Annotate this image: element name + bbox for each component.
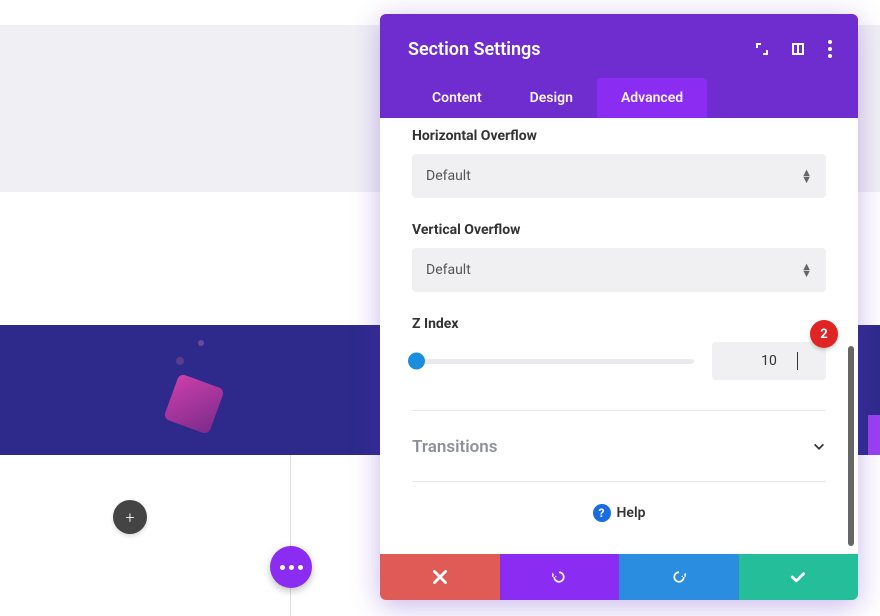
decoration-dot — [198, 340, 204, 346]
redo-icon — [670, 568, 688, 586]
slider-thumb[interactable] — [408, 353, 425, 370]
text-caret — [797, 352, 798, 370]
horizontal-overflow-select[interactable]: Default ▲▼ — [412, 154, 826, 198]
offscreen-module-strip — [868, 415, 880, 455]
annotation-badge: 2 — [810, 320, 838, 348]
undo-icon — [550, 568, 568, 586]
redo-button[interactable] — [619, 554, 739, 600]
undo-button[interactable] — [500, 554, 620, 600]
expand-icon[interactable] — [754, 41, 770, 57]
z-index-slider[interactable] — [412, 359, 694, 364]
settings-tabs: Content Design Advanced — [408, 78, 834, 118]
accordion-title: Transitions — [412, 437, 497, 457]
structure-guideline — [290, 455, 291, 616]
select-chevron-icon: ▲▼ — [801, 263, 812, 277]
page-actions-fab[interactable] — [270, 546, 312, 588]
modal-action-bar — [380, 554, 858, 600]
field-label-z-index: Z Index — [412, 316, 826, 332]
help-link[interactable]: ? Help — [412, 482, 826, 542]
vertical-overflow-select[interactable]: Default ▲▼ — [412, 248, 826, 292]
tab-content[interactable]: Content — [408, 78, 506, 118]
z-index-value: 10 — [761, 353, 777, 369]
ellipsis-icon — [289, 565, 294, 570]
select-value: Default — [426, 262, 471, 278]
z-index-input[interactable]: 10 2 — [712, 342, 826, 380]
save-button[interactable] — [739, 554, 859, 600]
modal-body: Horizontal Overflow Default ▲▼ Vertical … — [380, 118, 858, 554]
help-icon: ? — [593, 504, 611, 522]
section-settings-modal: Section Settings Content Design Advanced… — [380, 14, 858, 600]
discard-button[interactable] — [380, 554, 500, 600]
close-icon — [431, 568, 449, 586]
tab-design[interactable]: Design — [506, 78, 597, 118]
columns-icon[interactable] — [790, 41, 806, 57]
check-icon — [789, 568, 807, 586]
decoration-cube — [163, 373, 225, 435]
modal-header: Section Settings Content Design Advanced — [380, 14, 858, 118]
ellipsis-icon — [280, 565, 285, 570]
tab-advanced[interactable]: Advanced — [597, 78, 707, 118]
select-value: Default — [426, 168, 471, 184]
help-label: Help — [617, 505, 646, 521]
decoration-dot — [176, 357, 184, 365]
transitions-accordion[interactable]: Transitions — [412, 411, 826, 481]
add-section-button[interactable]: + — [113, 500, 147, 534]
more-options-icon[interactable] — [826, 38, 834, 60]
ellipsis-icon — [298, 565, 303, 570]
chevron-down-icon — [812, 440, 826, 454]
modal-title: Section Settings — [408, 39, 541, 60]
field-label-vertical-overflow: Vertical Overflow — [412, 222, 826, 238]
scrollbar-thumb[interactable] — [848, 346, 854, 546]
select-chevron-icon: ▲▼ — [801, 169, 812, 183]
field-label-horizontal-overflow: Horizontal Overflow — [412, 128, 826, 144]
plus-icon: + — [125, 508, 134, 527]
